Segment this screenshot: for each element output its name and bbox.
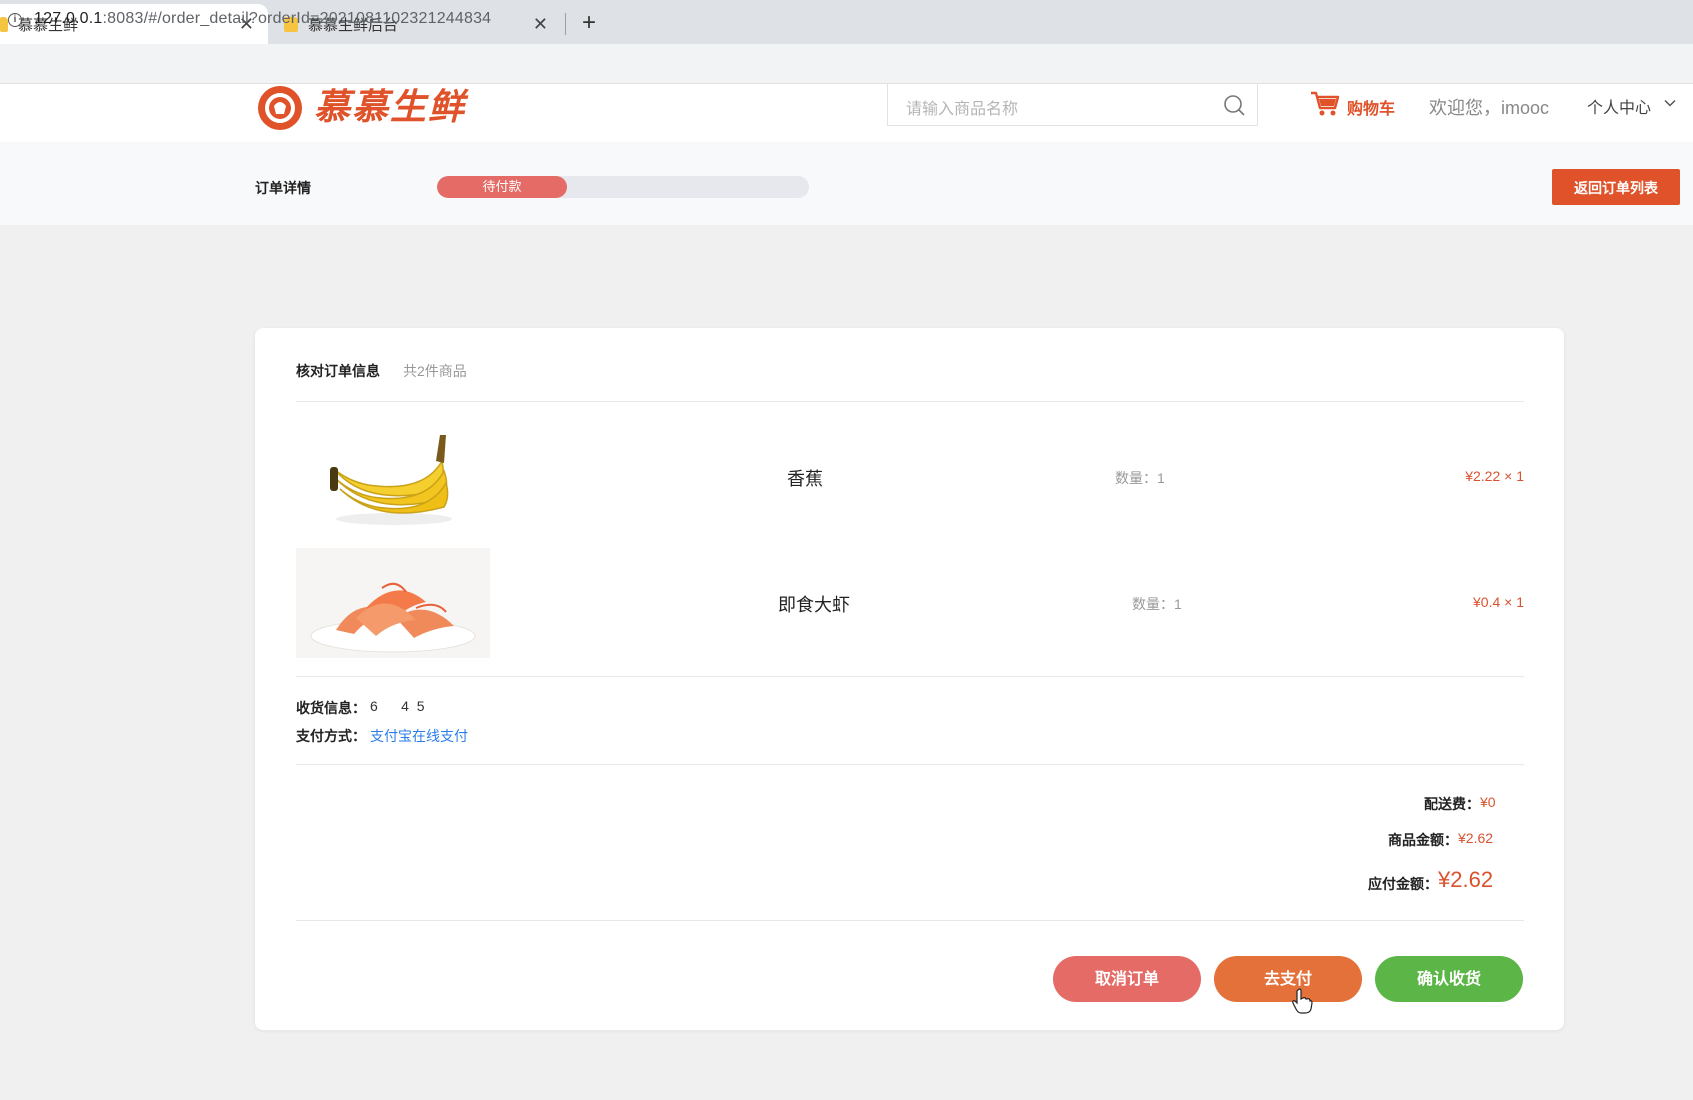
item-quantity: 数量：1 (1132, 596, 1182, 612)
chevron-down-icon[interactable] (1664, 97, 1676, 109)
order-card-title: 核对订单信息 (296, 363, 380, 379)
shipping-info-value: 6 4 5 (370, 698, 425, 714)
close-tab-icon[interactable]: ✕ (533, 14, 548, 34)
goods-amount-value: ¥2.62 (1458, 830, 1494, 846)
tab-separator (565, 13, 566, 35)
personal-center-menu[interactable]: 个人中心 (1587, 94, 1651, 118)
goods-amount-label: 商品金额： (1388, 832, 1458, 848)
search-icon[interactable] (1223, 94, 1245, 116)
search-placeholder: 请输入商品名称 (906, 101, 1019, 118)
order-detail-title: 订单详情 (255, 180, 311, 196)
address-bar[interactable] (0, 44, 1693, 84)
item-name[interactable]: 即食大虾 (778, 591, 850, 617)
total-amount-label: 应付金额： (1368, 876, 1438, 892)
logo-icon[interactable] (254, 84, 306, 130)
cancel-order-button[interactable]: 取消订单 (1053, 956, 1201, 1002)
order-progress-fill: 待付款 (437, 176, 567, 198)
cart-link[interactable]: 购物车 (1347, 95, 1395, 119)
divider (296, 676, 1524, 677)
payment-method-value[interactable]: 支付宝在线支付 (370, 726, 468, 746)
order-progress-bar: 待付款 (437, 176, 809, 198)
confirm-receipt-button[interactable]: 确认收货 (1375, 956, 1523, 1002)
item-quantity: 数量：1 (1115, 470, 1165, 486)
url-path: :8083/#/order_detail?orderId=20210811023… (102, 10, 492, 27)
item-count: 共2件商品 (403, 363, 467, 379)
url-host: 127.0.0.1 (34, 10, 103, 27)
banana-image[interactable] (296, 421, 490, 531)
total-amount-value: ¥2.62 (1438, 867, 1494, 892)
favicon-icon (0, 16, 8, 32)
site-info-icon[interactable]: i (8, 13, 22, 27)
back-to-order-list-button[interactable]: 返回订单列表 (1552, 169, 1680, 205)
delivery-fee-value: ¥0 (1480, 794, 1496, 810)
url-text[interactable]: 127.0.0.1:8083/#/order_detail?orderId=20… (34, 10, 491, 28)
shipping-info-label: 收货信息： (296, 700, 366, 716)
delivery-fee-label: 配送费： (1424, 796, 1480, 812)
pay-button[interactable]: 去支付 (1214, 956, 1362, 1002)
payment-method-label: 支付方式： (296, 728, 366, 744)
welcome-text: 欢迎您，imooc (1429, 98, 1550, 118)
hand-cursor-icon (1292, 988, 1313, 1014)
item-price: ¥2.22 × 1 (1465, 468, 1524, 484)
new-tab-icon[interactable]: + (582, 9, 596, 37)
divider (296, 401, 1524, 402)
order-status-bar (0, 142, 1693, 225)
divider (296, 764, 1524, 765)
cart-icon[interactable] (1310, 90, 1340, 118)
item-name[interactable]: 香蕉 (787, 465, 823, 491)
shrimp-image[interactable] (296, 548, 490, 658)
divider (296, 920, 1524, 921)
item-price: ¥0.4 × 1 (1473, 594, 1524, 610)
logo-text[interactable]: 慕慕生鲜 (314, 84, 466, 130)
